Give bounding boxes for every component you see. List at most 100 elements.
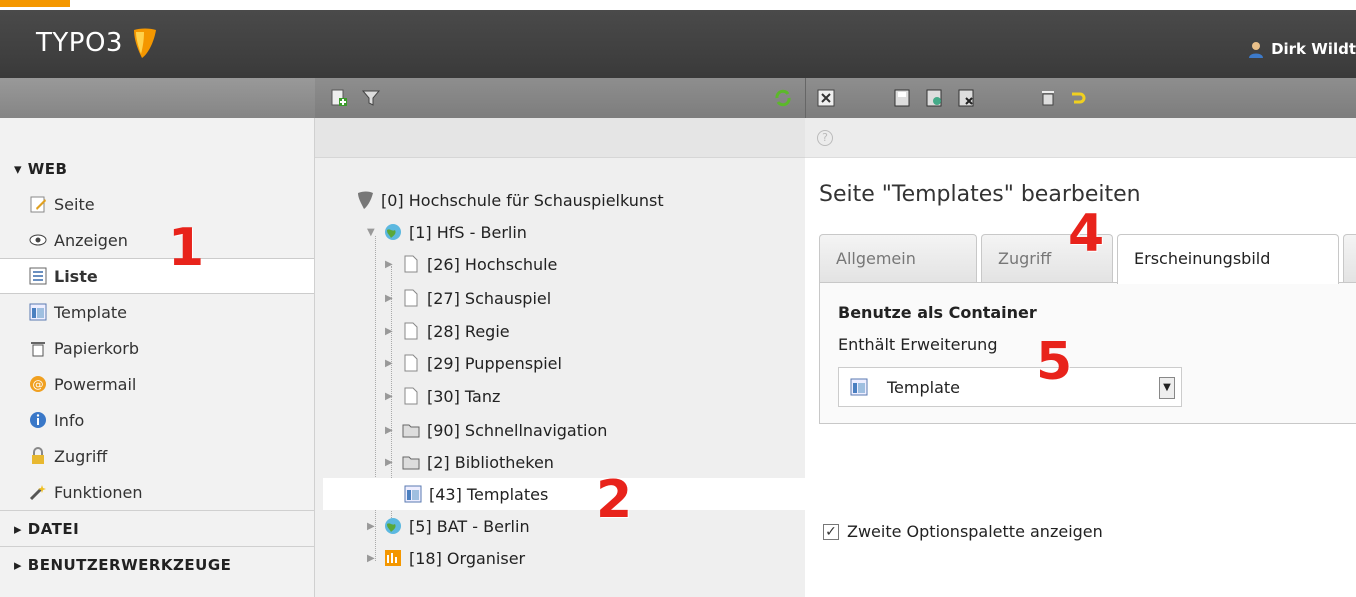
sidebar-item-label: Papierkorb: [54, 338, 139, 358]
sidebar-item-label: Funktionen: [54, 482, 143, 502]
select-value: Template: [887, 377, 961, 397]
doc-toolbar: [805, 78, 1356, 118]
tree-node-label: [5] BAT - Berlin: [409, 516, 530, 536]
sidebar-item-papierkorb[interactable]: Papierkorb: [0, 330, 314, 366]
tree-node-tanz[interactable]: ▶ [30] Tanz: [385, 380, 500, 412]
fieldset-label: Benutze als Container: [838, 303, 1037, 322]
page-icon: [404, 289, 418, 307]
annotation-1: 1: [168, 218, 205, 278]
sidebar-item-info[interactable]: Info: [0, 402, 314, 438]
tree-node-organiser[interactable]: ▶ [18] Organiser: [367, 542, 525, 574]
sidebar-item-zugriff[interactable]: Zugriff: [0, 438, 314, 474]
refresh-icon[interactable]: [773, 88, 793, 108]
tree-node-bibliotheken[interactable]: ▶ [2] Bibliotheken: [385, 446, 554, 478]
user-name: Dirk Wildt: [1271, 40, 1356, 58]
annotation-5: 5: [1036, 332, 1073, 392]
new-page-icon[interactable]: [329, 88, 349, 108]
tree-node-schauspiel[interactable]: ▶ [27] Schauspiel: [385, 282, 551, 314]
sidebar-item-template[interactable]: Template: [0, 294, 314, 330]
expand-arrow-icon[interactable]: ▶: [385, 358, 395, 369]
module-menu-toolbar: [0, 78, 315, 118]
field-label: Enthält Erweiterung: [838, 335, 998, 354]
tree-node-label: [26] Hochschule: [427, 254, 558, 274]
tree-node-bat-berlin[interactable]: ▶ [5] BAT - Berlin: [367, 510, 530, 542]
top-strip: [0, 0, 1356, 10]
section-web-label: WEB: [27, 160, 68, 178]
page-icon: [404, 354, 418, 372]
page-icon: [404, 322, 418, 340]
help-bar: ?: [805, 118, 1356, 158]
folder-icon: [402, 424, 420, 438]
sidebar-item-liste[interactable]: Liste: [0, 258, 314, 294]
expand-arrow-icon[interactable]: ▼: [367, 227, 377, 238]
user-menu[interactable]: Dirk Wildt: [1247, 40, 1356, 58]
template-page-icon: [404, 485, 422, 503]
expand-arrow-icon[interactable]: ▶: [385, 259, 395, 270]
save-close-icon[interactable]: [956, 88, 976, 108]
tree-node-puppenspiel[interactable]: ▶ [29] Puppenspiel: [385, 347, 562, 379]
trash-icon: [31, 342, 45, 357]
page-tree-panel: [0] Hochschule für Schauspielkunst ▼ [1]…: [315, 118, 805, 597]
expand-arrow-icon[interactable]: ▶: [385, 457, 395, 468]
tree-node-root[interactable]: [0] Hochschule für Schauspielkunst: [355, 184, 664, 216]
filter-icon[interactable]: [361, 88, 381, 108]
sidebar-item-label: Anzeigen: [54, 230, 128, 250]
expand-arrow-icon[interactable]: ▶: [385, 326, 395, 337]
tab-allgemein[interactable]: Allgemein: [819, 234, 977, 282]
sidebar-item-label: Zugriff: [54, 446, 108, 466]
tree-node-label: [43] Templates: [429, 484, 549, 504]
checkbox[interactable]: ✓: [823, 523, 839, 540]
help-icon[interactable]: ?: [817, 130, 833, 146]
tree-node-label: [0] Hochschule für Schauspielkunst: [381, 190, 664, 210]
expand-arrow-icon[interactable]: ▶: [367, 521, 377, 532]
sidebar-item-powermail[interactable]: @ Powermail: [0, 366, 314, 402]
second-options-toggle[interactable]: ✓ Zweite Optionspalette anzeigen: [823, 522, 1103, 541]
extension-select[interactable]: Template ▼: [838, 367, 1182, 407]
template-icon: [29, 303, 47, 321]
module-menu: ▾ WEB Seite Anzeigen Liste Template Papi…: [0, 118, 315, 597]
save-view-icon[interactable]: [924, 88, 944, 108]
tree-node-schnellnavigation[interactable]: ▶ [90] Schnellnavigation: [385, 414, 607, 446]
sidebar-item-label: Template: [54, 302, 128, 322]
eye-icon: [29, 234, 47, 246]
section-benutzerwerkzeuge-label: BENUTZERWERKZEUGE: [27, 556, 232, 574]
tree-filter-bar: [315, 118, 805, 158]
sidebar-item-label: Seite: [54, 194, 95, 214]
tree-node-label: [29] Puppenspiel: [427, 353, 562, 373]
tab-erscheinungsbild[interactable]: Erscheinungsbild: [1117, 234, 1339, 284]
sidebar-item-funktionen[interactable]: Funktionen: [0, 474, 314, 510]
dropdown-arrow-icon[interactable]: ▼: [1159, 377, 1175, 399]
organiser-icon: [385, 550, 401, 566]
tree-node-hfs-berlin[interactable]: ▼ [1] HfS - Berlin: [367, 216, 527, 248]
expand-arrow-icon[interactable]: ▶: [385, 425, 395, 436]
section-benutzerwerkzeuge[interactable]: ▸ BENUTZERWERKZEUGE: [0, 546, 314, 582]
sidebar-item-seite[interactable]: Seite: [0, 186, 314, 222]
info-icon: [30, 412, 46, 428]
sidebar-item-anzeigen[interactable]: Anzeigen: [0, 222, 314, 258]
undo-icon[interactable]: [1068, 88, 1088, 108]
sidebar-item-label: Info: [54, 410, 85, 430]
page-edit-icon: [30, 196, 46, 213]
close-icon[interactable]: [816, 88, 836, 108]
tree-node-label: [28] Regie: [427, 321, 510, 341]
wand-icon: [29, 485, 46, 501]
expand-arrow-icon[interactable]: ▶: [367, 553, 377, 564]
sidebar-item-label: Powermail: [54, 374, 137, 394]
section-web[interactable]: ▾ WEB: [0, 152, 314, 186]
tree-node-label: [2] Bibliotheken: [427, 452, 554, 472]
save-icon[interactable]: [892, 88, 912, 108]
tab-more[interactable]: [1343, 234, 1356, 282]
tree-node-regie[interactable]: ▶ [28] Regie: [385, 315, 510, 347]
tree-node-hochschule[interactable]: ▶ [26] Hochschule: [385, 248, 557, 280]
delete-icon[interactable]: [1038, 88, 1058, 108]
lock-icon: [32, 447, 44, 464]
toolbar: [0, 78, 1356, 118]
expand-arrow-icon[interactable]: ▶: [385, 293, 395, 304]
powermail-icon: @: [30, 376, 46, 392]
tree-node-templates[interactable]: [43] Templates: [323, 478, 805, 510]
section-datei[interactable]: ▸ DATEI: [0, 510, 314, 546]
tab-panel: Benutze als Container Enthält Erweiterun…: [819, 282, 1356, 424]
expand-arrow-icon[interactable]: ▶: [385, 391, 395, 402]
tree-toolbar: [315, 78, 805, 118]
